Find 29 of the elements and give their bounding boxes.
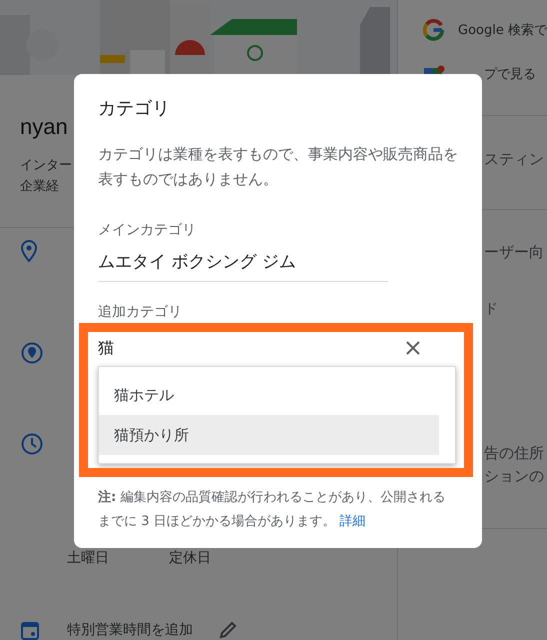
- field-label: メインカテゴリ: [98, 221, 197, 240]
- note-text: 注: 編集内容の品質確認が行われることがあり、公開されるまでに 3 日ほどかかる場合があります。 詳細: [98, 488, 446, 531]
- business-description: 企業経: [20, 178, 59, 196]
- field-label: 追加カテゴリ: [98, 303, 183, 322]
- side-section-text: スティン: [484, 149, 544, 170]
- add-special-hours-link[interactable]: 特別営業時間を追加: [67, 621, 219, 639]
- details-link[interactable]: 詳細: [340, 514, 366, 529]
- location-pin-icon: [21, 240, 37, 262]
- dialog-description: カテゴリは業種を表すもので、事業内容や販売商品を表すものではありません。: [98, 144, 458, 190]
- side-section-text: ションの: [484, 466, 544, 487]
- side-section-text: ーザー向: [484, 242, 544, 263]
- dialog-title: カテゴリ: [98, 98, 171, 120]
- google-logo-icon: [423, 19, 444, 41]
- location-circle-icon: [21, 342, 43, 364]
- suggestion-item[interactable]: 猫預かり所: [99, 415, 439, 455]
- business-name: nyan: [20, 113, 69, 141]
- side-link[interactable]: Google 検索で: [458, 21, 547, 39]
- side-section-text: 告の住所: [484, 443, 544, 464]
- side-link[interactable]: プで見る: [484, 65, 536, 83]
- business-description: インター: [20, 157, 72, 175]
- side-section-text: ド: [484, 300, 498, 319]
- main-category-field[interactable]: ムエタイ ボクシング ジム: [98, 250, 388, 282]
- day-label: 土曜日: [67, 549, 109, 568]
- clear-icon[interactable]: [406, 341, 420, 355]
- pencil-icon[interactable]: [219, 621, 237, 639]
- clock-icon: [21, 433, 43, 455]
- calendar-icon: [21, 620, 39, 640]
- hours-value: 定休日: [169, 549, 211, 568]
- suggestion-item[interactable]: 猫ホテル: [99, 375, 439, 415]
